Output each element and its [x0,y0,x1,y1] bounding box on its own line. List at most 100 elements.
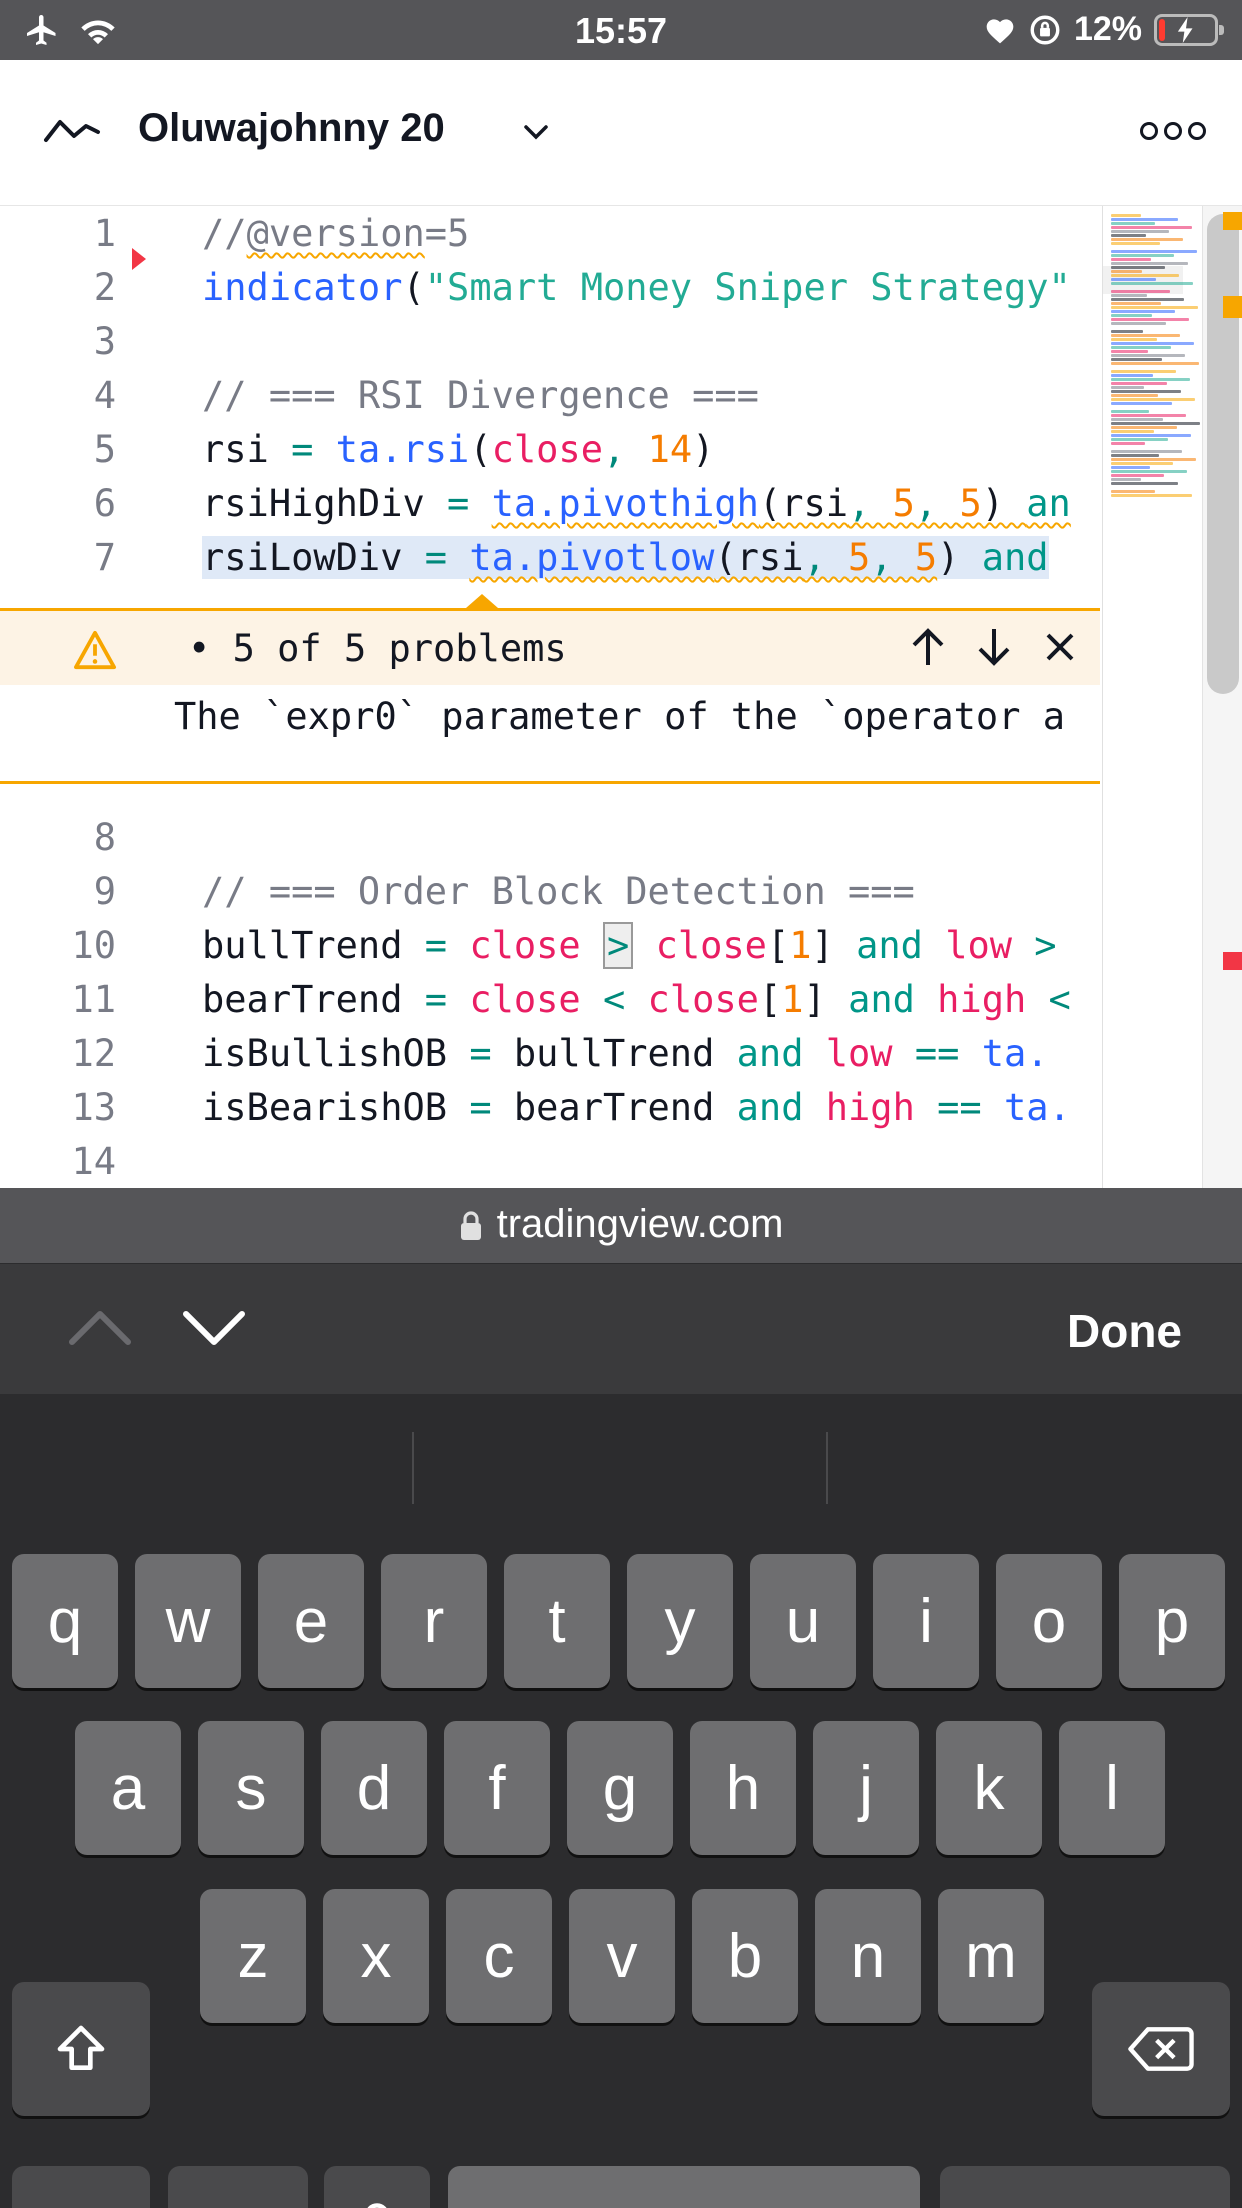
code-line-14[interactable]: 14 [0,1134,1100,1188]
code-text[interactable]: rsi = ta.rsi(close, 14) [202,428,714,471]
key-e[interactable]: e [258,1554,364,1688]
code-line-10[interactable]: 10 bullTrend = close > close[1] and low > [0,918,1100,972]
code-text[interactable]: // === Order Block Detection === [202,870,915,913]
battery-level [1159,18,1166,41]
line-number: 14 [71,1140,116,1183]
key-h[interactable]: h [690,1721,796,1855]
key-q[interactable]: q [12,1554,118,1688]
key-s[interactable]: s [198,1721,304,1855]
chevron-down-icon[interactable] [520,120,552,144]
key-n[interactable]: n [815,1889,921,2023]
battery-percent: 12% [1073,10,1142,48]
lock-icon [460,1211,481,1241]
battery-charging-icon [1154,13,1224,46]
script-title[interactable]: Oluwajohnny 20 [138,106,445,151]
code-line-12[interactable]: 12 isBullishOB = bullTrend and low == ta. [0,1026,1100,1080]
key-x[interactable]: x [323,1889,429,2023]
code-text[interactable]: //@version=5 [202,212,469,255]
line-number: 13 [71,1086,116,1129]
more-icon[interactable] [1140,122,1206,140]
numbers-key[interactable]: 123 [12,2166,150,2208]
line-number: 2 [93,266,116,309]
trend-line-icon[interactable] [42,110,102,150]
key-d[interactable]: d [321,1721,427,1855]
scrollbar-warning-marker [1223,296,1242,318]
code-line-9[interactable]: 9 // === Order Block Detection === [0,864,1100,918]
line-number: 7 [93,536,116,579]
microphone-icon [367,2203,387,2208]
orientation-lock-icon [1030,15,1060,44]
key-r[interactable]: r [381,1554,487,1688]
arrow-down-icon[interactable] [974,625,1014,669]
code-text[interactable]: bullTrend = close > close[1] and low > [202,922,1057,969]
code-line-6[interactable]: 6 rsiHighDiv = ta.pivothigh(rsi, 5, 5) an [0,476,1100,530]
backspace-key[interactable] [1092,1982,1230,2116]
line-number: 3 [93,320,116,363]
scrollbar-thumb[interactable] [1207,214,1239,694]
problems-widget: • 5 of 5 problems The `expr0` parameter … [0,594,1100,784]
key-l[interactable]: l [1059,1721,1165,1855]
url-domain: tradingview.com [496,1202,784,1246]
code-line-5[interactable]: 5 rsi = ta.rsi(close, 14) [0,422,1100,476]
code-text[interactable]: isBearishOB = bearTrend and high == ta. [202,1086,1071,1129]
url-bar[interactable]: tradingview.com [0,1188,1242,1264]
key-b[interactable]: b [692,1889,798,2023]
chevron-down-icon[interactable] [180,1308,248,1352]
line-number: 5 [93,428,116,471]
key-z[interactable]: z [200,1889,306,2023]
minimap[interactable] [1102,206,1202,1188]
problems-count: • 5 of 5 problems [188,627,567,670]
arrow-up-icon[interactable] [908,625,948,669]
key-g[interactable]: g [567,1721,673,1855]
code-text[interactable]: rsiHighDiv = ta.pivothigh(rsi, 5, 5) an [202,482,1071,525]
line-number: 1 [93,212,116,255]
shift-key[interactable] [12,1982,150,2116]
chevron-up-icon[interactable] [66,1304,134,1348]
editor-scrollbar[interactable] [1202,206,1242,1188]
key-j[interactable]: j [813,1721,919,1855]
line-number: 4 [93,374,116,417]
key-i[interactable]: i [873,1554,979,1688]
code-editor[interactable]: 1 //@version=5 2 indicator("Smart Money Sni… [0,206,1242,1188]
scrollbar-warning-marker [1223,212,1242,230]
code-text[interactable]: isBullishOB = bullTrend and low == ta. [202,1032,1049,1075]
line-number: 6 [93,482,116,525]
key-f[interactable]: f [444,1721,550,1855]
key-k[interactable]: k [936,1721,1042,1855]
code-text[interactable]: rsiLowDiv = ta.pivotlow(rsi, 5, 5) and [202,536,1049,579]
close-icon[interactable] [1040,625,1080,669]
code-line-4[interactable]: 4 // === RSI Divergence === [0,368,1100,422]
scrollbar-error-marker [1223,952,1242,970]
heart-icon [986,18,1014,43]
code-text[interactable]: // === RSI Divergence === [202,374,759,417]
key-a[interactable]: a [75,1721,181,1855]
key-p[interactable]: p [1119,1554,1225,1688]
key-m[interactable]: m [938,1889,1044,2023]
code-line-11[interactable]: 11 bearTrend = close < close[1] and high … [0,972,1100,1026]
line-number: 12 [71,1032,116,1075]
warning-icon [74,630,116,670]
key-o[interactable]: o [996,1554,1102,1688]
key-v[interactable]: v [569,1889,675,2023]
code-line-8[interactable]: 8 [0,810,1100,864]
key-w[interactable]: w [135,1554,241,1688]
key-y[interactable]: y [627,1554,733,1688]
code-line-13[interactable]: 13 isBearishOB = bearTrend and high == ta… [0,1080,1100,1134]
code-line-3[interactable]: 3 [0,314,1100,368]
code-text[interactable]: indicator("Smart Money Sniper Strategy" [202,266,1071,309]
key-c[interactable]: c [446,1889,552,2023]
code-line-1[interactable]: 1 //@version=5 [0,206,1100,270]
code-text[interactable]: bearTrend = close < close[1] and high < [202,978,1071,1021]
emoji-key[interactable] [168,2166,308,2208]
code-line-2[interactable]: 2 indicator("Smart Money Sniper Strategy" [0,260,1100,314]
code-line-7[interactable]: 7 rsiLowDiv = ta.pivotlow(rsi, 5, 5) and [0,530,1100,584]
space-key[interactable]: space [448,2166,920,2208]
problems-bar: • 5 of 5 problems [0,611,1100,685]
key-t[interactable]: t [504,1554,610,1688]
backspace-icon [1128,2027,1194,2071]
key-u[interactable]: u [750,1554,856,1688]
keyboard-toolbar: Done [0,1264,1242,1394]
dictation-key[interactable] [324,2166,430,2208]
return-key[interactable]: return [940,2166,1230,2208]
done-button[interactable]: Done [1067,1304,1182,1358]
